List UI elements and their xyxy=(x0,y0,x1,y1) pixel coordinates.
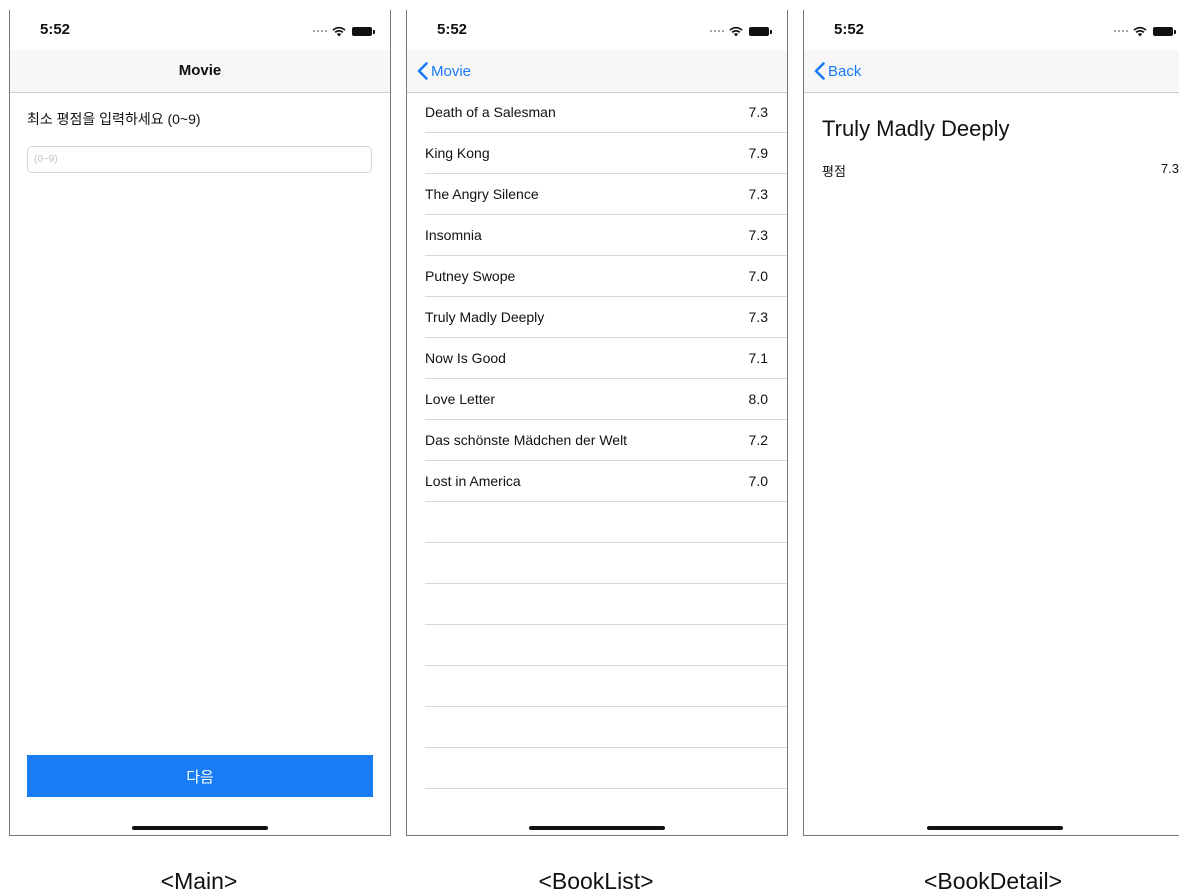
list-item[interactable]: Death of a Salesman 7.3 xyxy=(425,92,787,133)
battery-icon xyxy=(1153,26,1176,36)
list-screen: 5:52 Movie Death of a Salesman 7.3 King K… xyxy=(406,10,788,836)
movie-title: Now Is Good xyxy=(425,350,506,366)
battery-icon xyxy=(749,26,772,36)
list-item[interactable]: Truly Madly Deeply 7.3 xyxy=(425,297,787,338)
movie-rating: 8.0 xyxy=(748,391,768,407)
booklist-caption: <BookList> xyxy=(538,868,654,894)
signal-icon xyxy=(313,30,327,32)
movie-rating: 7.0 xyxy=(748,473,768,489)
movie-title: Insomnia xyxy=(425,227,482,243)
chevron-left-icon xyxy=(417,62,428,80)
movie-rating: 7.2 xyxy=(748,432,768,448)
nav-title: Movie xyxy=(178,62,222,79)
back-button[interactable]: Back xyxy=(814,62,861,80)
empty-row xyxy=(425,543,787,584)
wifi-icon xyxy=(332,26,346,36)
empty-row xyxy=(425,625,787,666)
status-time: 5:52 xyxy=(437,21,468,38)
status-bar: 5:52 xyxy=(10,10,390,50)
wifi-icon xyxy=(1133,26,1147,36)
movie-rating: 7.0 xyxy=(748,268,768,284)
list-item[interactable]: Putney Swope 7.0 xyxy=(425,256,787,297)
movie-title: King Kong xyxy=(425,145,490,161)
list-item[interactable]: The Angry Silence 7.3 xyxy=(425,174,787,215)
signal-icon xyxy=(710,30,724,32)
status-bar: 5:52 xyxy=(804,10,1179,50)
wifi-icon xyxy=(729,26,743,36)
chevron-left-icon xyxy=(814,62,825,80)
movie-title: Das schönste Mädchen der Welt xyxy=(425,432,628,448)
detail-screen: 5:52 Back Truly Madly Deeply 평점 7.3 xyxy=(803,10,1179,836)
navigation-bar: Back xyxy=(804,50,1179,93)
rating-prompt: 최소 평점을 입력하세요 (0~9) xyxy=(27,111,201,127)
back-button[interactable]: Movie xyxy=(417,62,471,80)
back-label: Movie xyxy=(431,62,472,80)
empty-row xyxy=(425,707,787,748)
list-item[interactable]: Love Letter 8.0 xyxy=(425,379,787,420)
movie-rating: 7.9 xyxy=(748,145,768,161)
bookdetail-caption: <BookDetail> xyxy=(923,868,1063,894)
rating-value: 7.3 xyxy=(1160,161,1179,176)
status-time: 5:52 xyxy=(834,21,865,38)
home-indicator[interactable] xyxy=(529,826,665,830)
navigation-bar: Movie xyxy=(10,50,390,93)
home-indicator[interactable] xyxy=(132,826,268,830)
main-screen: 5:52 Movie 최소 평점을 입력하세요 (0~9) 다음 xyxy=(9,10,391,836)
status-bar: 5:52 xyxy=(407,10,787,50)
home-indicator[interactable] xyxy=(926,826,1063,830)
list-item[interactable]: Insomnia 7.3 xyxy=(425,215,787,256)
signal-icon xyxy=(1114,30,1128,32)
back-label: Back xyxy=(828,62,862,80)
next-button[interactable]: 다음 xyxy=(27,755,373,797)
movie-rating: 7.3 xyxy=(748,104,768,120)
empty-row xyxy=(425,666,787,707)
movie-title: Death of a Salesman xyxy=(425,104,556,120)
battery-icon xyxy=(352,26,375,36)
movie-title: Love Letter xyxy=(425,391,496,407)
list-item[interactable]: Das schönste Mädchen der Welt 7.2 xyxy=(425,420,787,461)
list-item[interactable]: King Kong 7.9 xyxy=(425,133,787,174)
movie-rating: 7.1 xyxy=(748,350,768,366)
rating-label: 평점 xyxy=(822,164,846,179)
rating-row: 평점 7.3 xyxy=(822,161,1179,180)
min-rating-input[interactable] xyxy=(27,146,372,173)
status-time: 5:52 xyxy=(40,21,71,38)
empty-row xyxy=(425,748,787,789)
empty-row xyxy=(425,502,787,543)
movie-rating: 7.3 xyxy=(748,309,768,325)
movie-list: Death of a Salesman 7.3 King Kong 7.9 The … xyxy=(425,92,787,789)
movie-title: The Angry Silence xyxy=(425,186,539,202)
list-item[interactable]: Now Is Good 7.1 xyxy=(425,338,787,379)
movie-rating: 7.3 xyxy=(748,227,768,243)
movie-title: Truly Madly Deeply xyxy=(425,309,545,325)
main-caption: <Main> xyxy=(160,868,238,894)
movie-title: Putney Swope xyxy=(425,268,516,284)
movie-title: Lost in America xyxy=(425,473,521,489)
movie-detail-title: Truly Madly Deeply xyxy=(822,116,1010,141)
navigation-bar: Movie xyxy=(407,50,787,93)
movie-rating: 7.3 xyxy=(748,186,768,202)
list-item[interactable]: Lost in America 7.0 xyxy=(425,461,787,502)
empty-row xyxy=(425,584,787,625)
